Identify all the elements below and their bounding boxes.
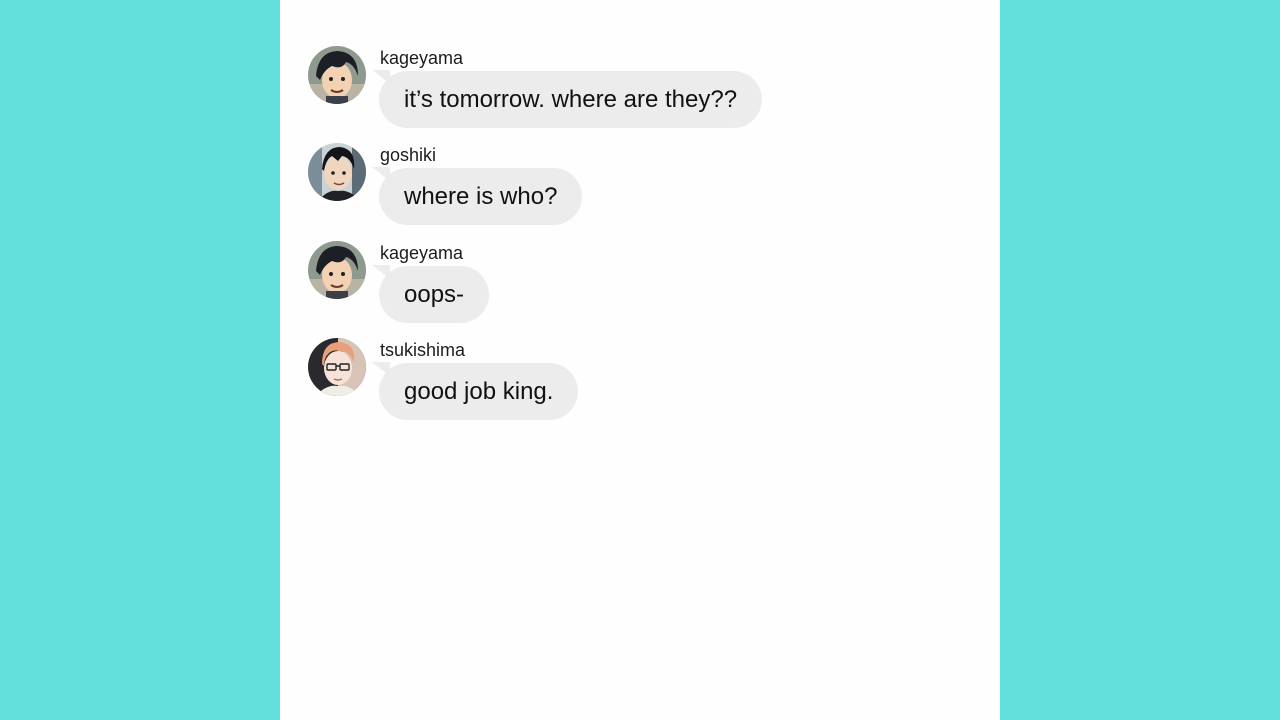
message-sender: kageyama [380,48,464,68]
message-bubble[interactable]: good job king. [379,363,579,420]
message-sender: goshiki [380,145,437,165]
chat-panel: kageyama it’s tomorrow. where are they??… [280,0,1000,720]
kageyama-avatar-icon[interactable] [308,241,366,299]
goshiki-avatar-icon[interactable] [308,143,366,201]
tsukishima-avatar-icon[interactable] [308,338,366,396]
message-bubble[interactable]: it’s tomorrow. where are they?? [379,71,763,128]
kageyama-avatar-icon[interactable] [308,46,366,104]
message-sender: tsukishima [380,340,466,360]
message-sender: kageyama [380,243,464,263]
message-bubble[interactable]: oops- [379,266,490,323]
message-bubble[interactable]: where is who? [379,168,583,225]
